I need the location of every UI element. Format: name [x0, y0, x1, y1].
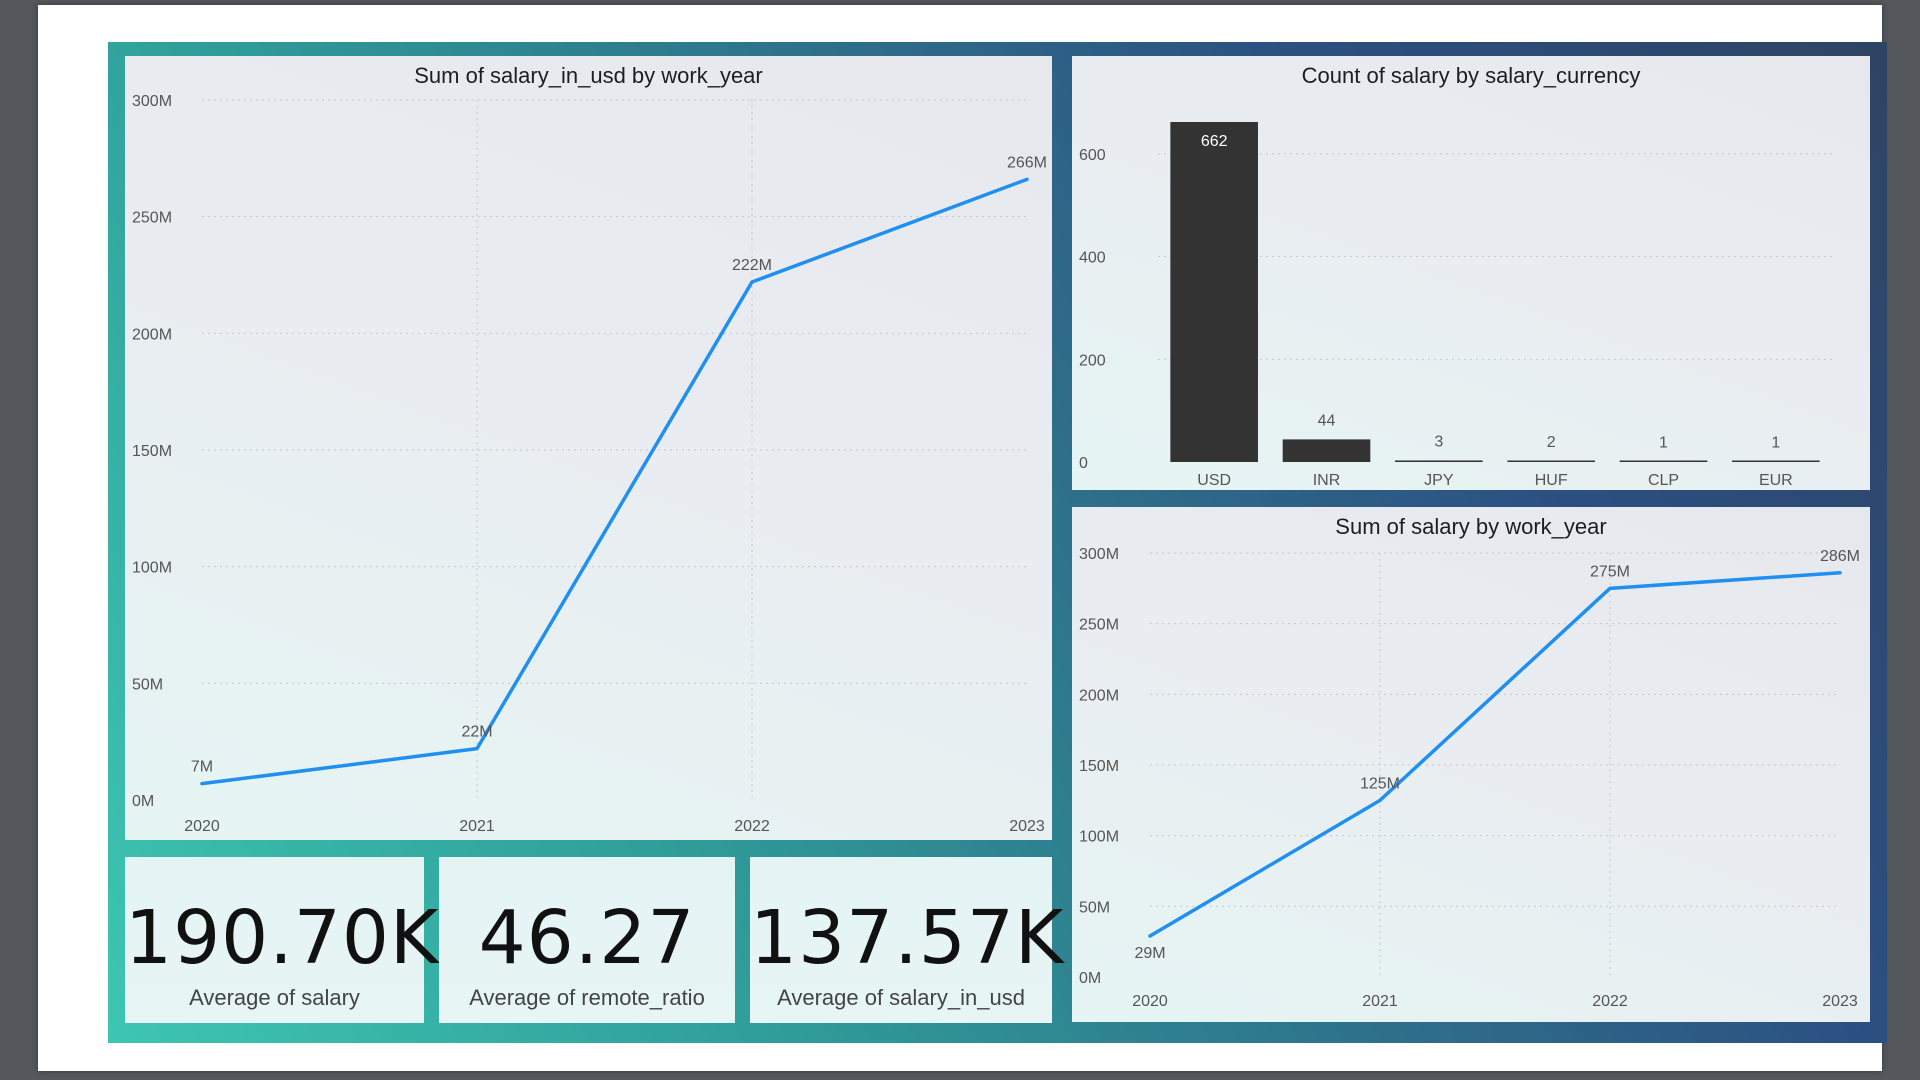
report-page: Sum of salary_in_usd by work_year 0M 50M 1… [38, 5, 1887, 1071]
bar [1732, 460, 1820, 462]
salary-by-year-chart[interactable]: Sum of salary by work_year 0M 50M 100M 150M… [1072, 507, 1870, 1022]
kpi-card-average-salary-in-usd[interactable]: 137.57K Average of salary_in_usd [750, 857, 1065, 1023]
bar [1395, 460, 1483, 462]
kpi-card-average-salary[interactable]: 190.70K Average of salary [125, 857, 440, 1023]
data-label: 7M [191, 759, 213, 776]
data-label: 29M [1134, 945, 1165, 962]
data-label: 44 [1318, 412, 1336, 429]
kpi-value: 46.27 [478, 895, 696, 981]
kpi-card-average-remote-ratio[interactable]: 46.27 Average of remote_ratio [439, 857, 735, 1023]
y-tick-label: 0M [132, 793, 154, 810]
x-tick-label: 2023 [1009, 818, 1045, 835]
x-tick-label: JPY [1424, 472, 1454, 489]
series-line [200, 177, 1029, 786]
x-tick-label: CLP [1648, 472, 1679, 489]
y-tick-label: 400 [1079, 250, 1106, 267]
x-tick-label: EUR [1759, 472, 1793, 489]
data-label: 275M [1590, 563, 1630, 580]
y-tick-label: 300M [132, 93, 172, 110]
x-tick-label: HUF [1535, 472, 1568, 489]
kpi-value: 190.70K [125, 895, 440, 981]
y-tick-label: 0M [1079, 970, 1101, 987]
y-tick-label: 200M [1079, 687, 1119, 704]
data-label: 222M [732, 257, 772, 274]
data-label: 266M [1007, 154, 1047, 171]
x-tick-label: 2022 [734, 818, 770, 835]
y-tick-label: 250M [132, 210, 172, 227]
y-tick-label: 250M [1079, 617, 1119, 634]
x-tick-label: 2021 [1362, 993, 1398, 1010]
series-line [1148, 571, 1842, 938]
y-tick-label: 50M [1079, 899, 1110, 916]
bar [1619, 460, 1708, 462]
x-tick-label: 2020 [1132, 993, 1168, 1010]
data-label: 22M [461, 724, 492, 741]
bar [1170, 122, 1258, 462]
x-tick-label: 2020 [184, 818, 220, 835]
usd-by-year-chart[interactable]: Sum of salary_in_usd by work_year 0M 50M 1… [125, 56, 1052, 840]
y-tick-label: 150M [132, 443, 172, 460]
data-label: 125M [1360, 775, 1400, 792]
y-tick-label: 100M [1079, 829, 1119, 846]
count-by-currency-chart[interactable]: Count of salary by salary_currency 0 200 4… [1072, 56, 1870, 490]
y-tick-label: 300M [1079, 546, 1119, 563]
kpi-value: 137.57K [750, 895, 1065, 981]
x-tick-label: 2022 [1592, 993, 1628, 1010]
data-label: 2 [1547, 434, 1556, 451]
y-tick-label: 150M [1079, 758, 1119, 775]
y-tick-label: 100M [132, 560, 172, 577]
count-by-currency-plot: 0 200 400 600 662 USD 44 INR 3 JPY 2 HUF 1 CLP 1 EUR [1079, 122, 1832, 489]
salary-by-year-plot: 0M 50M 100M 150M 200M 250M 300M 2020 2021 2022 202… [1079, 546, 1860, 1010]
x-tick-label: 2021 [459, 818, 495, 835]
data-label: 1 [1659, 434, 1668, 451]
data-label: 1 [1771, 434, 1780, 451]
y-tick-label: 200 [1079, 352, 1106, 369]
data-label: 662 [1201, 133, 1228, 150]
y-tick-label: 0 [1079, 455, 1088, 472]
y-tick-label: 50M [132, 676, 163, 693]
kpi-label: Average of salary [189, 985, 360, 1010]
bar [1282, 439, 1371, 462]
kpi-label: Average of salary_in_usd [777, 985, 1025, 1010]
x-tick-label: INR [1313, 472, 1341, 489]
usd-by-year-plot: 0M 50M 100M 150M 200M 250M 300M 2020 2021 2022 202… [132, 93, 1047, 835]
report-canvas: Sum of salary_in_usd by work_year 0M 50M 1… [108, 42, 1887, 1043]
y-tick-label: 600 [1079, 147, 1106, 164]
x-tick-label: USD [1197, 472, 1231, 489]
kpi-label: Average of remote_ratio [469, 985, 705, 1010]
y-tick-label: 200M [132, 326, 172, 343]
data-label: 286M [1820, 548, 1860, 565]
x-tick-label: 2023 [1822, 993, 1858, 1010]
data-label: 3 [1434, 433, 1443, 450]
bar [1507, 460, 1595, 462]
